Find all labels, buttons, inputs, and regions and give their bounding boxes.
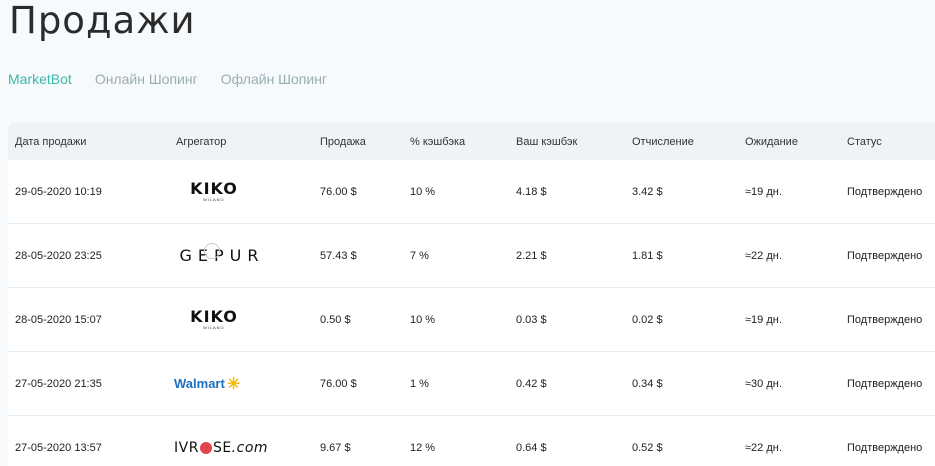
waiting-time: ≈19 дн. [745, 313, 782, 326]
tab-marketbot[interactable]: MarketBot [8, 71, 72, 87]
cashback-amount: 2.21 $ [516, 249, 547, 262]
header-waiting[interactable]: Ожидание [738, 136, 840, 148]
status-badge: Подтверждено [847, 249, 923, 262]
header-status[interactable]: Статус [840, 136, 935, 148]
page-title: Продажи [9, 0, 196, 42]
cashback-percent: 7 % [410, 249, 429, 262]
header-deduction[interactable]: Отчисление [625, 136, 738, 148]
cashback-amount: 4.18 $ [516, 185, 547, 198]
aggregator-cell: KIKO MILANO [169, 181, 313, 203]
header-aggregator[interactable]: Агрегатор [169, 136, 313, 148]
sale-amount: 57.43 $ [320, 249, 357, 262]
kiko-logo[interactable]: KIKO MILANO [184, 309, 244, 331]
waiting-time: ≈30 дн. [745, 377, 782, 390]
aggregator-cell: GEPUR [169, 243, 313, 265]
status-badge: Подтверждено [847, 185, 923, 198]
cashback-percent: 1 % [410, 377, 429, 390]
tabs: MarketBot Онлайн Шопинг Офлайн Шопинг [8, 71, 350, 87]
kiko-logo[interactable]: KIKO MILANO [184, 181, 244, 203]
deduction-amount: 0.52 $ [632, 441, 663, 454]
tab-online-shopping[interactable]: Онлайн Шопинг [95, 71, 198, 87]
waiting-time: ≈22 дн. [745, 441, 782, 454]
header-date[interactable]: Дата продажи [8, 136, 169, 148]
sale-amount: 9.67 $ [320, 441, 351, 454]
header-sale[interactable]: Продажа [313, 136, 403, 148]
cashback-amount: 0.42 $ [516, 377, 547, 390]
tab-offline-shopping[interactable]: Офлайн Шопинг [221, 71, 327, 87]
deduction-amount: 1.81 $ [632, 249, 663, 262]
sale-amount: 0.50 $ [320, 313, 351, 326]
walmart-spark-icon: ✳ [226, 375, 241, 393]
status-badge: Подтверждено [847, 313, 923, 326]
sale-amount: 76.00 $ [320, 377, 357, 390]
aggregator-cell: IVR SE .com [169, 440, 313, 456]
gepur-logo[interactable]: GEPUR [176, 243, 268, 265]
walmart-logo[interactable]: Walmart ✳ [174, 374, 240, 394]
cashback-percent: 12 % [410, 441, 436, 454]
table-row: 28-05-2020 15:07 KIKO MILANO 0.50 $ 10 %… [8, 288, 935, 352]
table-row: 29-05-2020 10:19 KIKO MILANO 76.00 $ 10 … [8, 160, 935, 224]
status-badge: Подтверждено [847, 441, 923, 454]
table-header: Дата продажи Агрегатор Продажа % кэшбэка… [8, 123, 935, 160]
deduction-amount: 0.02 $ [632, 313, 663, 326]
waiting-time: ≈22 дн. [745, 249, 782, 262]
deduction-amount: 3.42 $ [632, 185, 663, 198]
gepur-ring-icon [204, 243, 220, 259]
sales-table: Дата продажи Агрегатор Продажа % кэшбэка… [8, 123, 935, 466]
header-percent[interactable]: % кэшбэка [403, 136, 509, 148]
sale-date: 29-05-2020 10:19 [15, 185, 102, 198]
sale-date: 27-05-2020 13:57 [15, 441, 102, 454]
aggregator-cell: Walmart ✳ [169, 374, 313, 394]
table-row: 27-05-2020 21:35 Walmart ✳ 76.00 $ 1 % 0… [8, 352, 935, 416]
sale-date: 28-05-2020 15:07 [15, 313, 102, 326]
cashback-percent: 10 % [410, 313, 436, 326]
sale-date: 28-05-2020 23:25 [15, 249, 102, 262]
sale-date: 27-05-2020 21:35 [15, 377, 102, 390]
header-cashback[interactable]: Ваш кэшбэк [509, 136, 625, 148]
ivrose-logo[interactable]: IVR SE .com [174, 440, 268, 456]
status-badge: Подтверждено [847, 377, 923, 390]
cashback-amount: 0.64 $ [516, 441, 547, 454]
sale-amount: 76.00 $ [320, 185, 357, 198]
cashback-percent: 10 % [410, 185, 436, 198]
deduction-amount: 0.34 $ [632, 377, 663, 390]
rose-icon [199, 441, 212, 454]
aggregator-cell: KIKO MILANO [169, 309, 313, 331]
table-row: 27-05-2020 13:57 IVR SE .com 9.67 $ 12 %… [8, 416, 935, 466]
table-row: 28-05-2020 23:25 GEPUR 57.43 $ 7 % 2.21 … [8, 224, 935, 288]
cashback-amount: 0.03 $ [516, 313, 547, 326]
waiting-time: ≈19 дн. [745, 185, 782, 198]
